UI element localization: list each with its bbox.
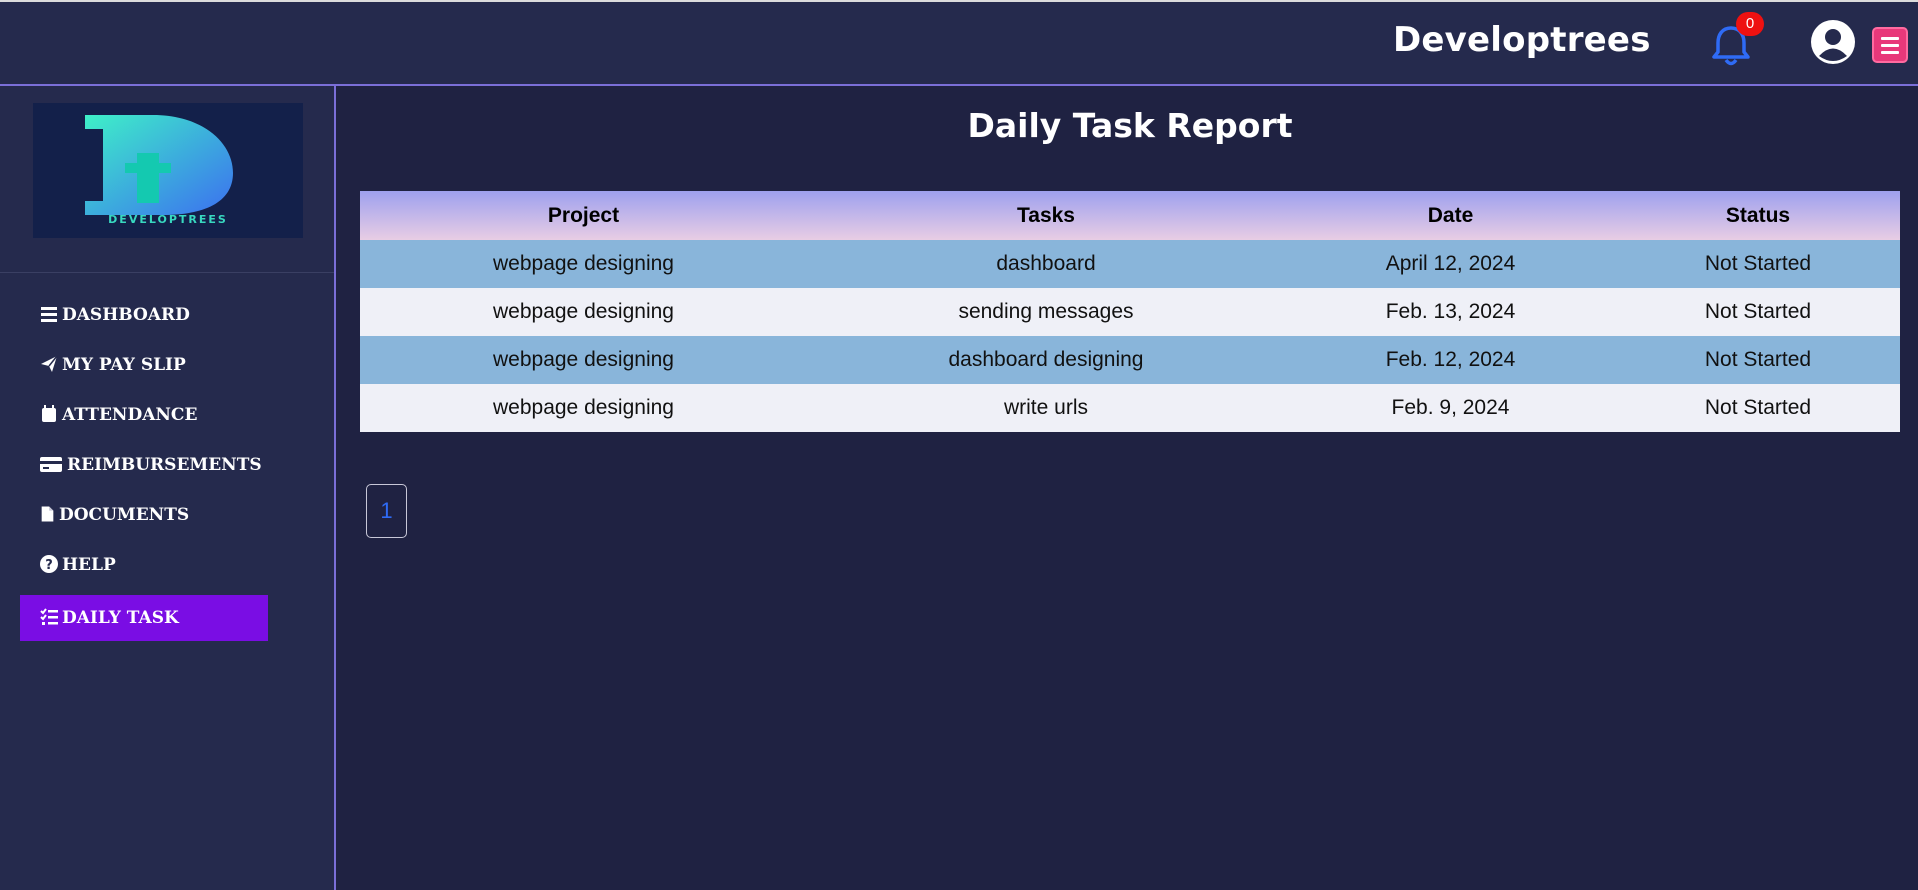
- cell-task: dashboard designing: [807, 336, 1285, 384]
- daily-task-table: Project Tasks Date Status webpage design…: [360, 191, 1900, 432]
- sidebar-item-documents[interactable]: DOCUMENTS: [20, 492, 268, 538]
- table-row: webpage designing dashboard designing Fe…: [360, 336, 1900, 384]
- hamburger-icon: [1881, 37, 1899, 40]
- sidebar-item-daily-task[interactable]: DAILY TASK: [20, 595, 268, 641]
- sidebar-item-reimbursements[interactable]: REIMBURSEMENTS: [20, 442, 268, 488]
- table-header-row: Project Tasks Date Status: [360, 191, 1900, 240]
- pagination-page-1[interactable]: 1: [366, 484, 407, 538]
- cell-project: webpage designing: [360, 336, 807, 384]
- sidebar-item-label: DOCUMENTS: [59, 505, 190, 525]
- cell-project: webpage designing: [360, 384, 807, 432]
- paper-plane-icon: [41, 355, 58, 372]
- cell-status: Not Started: [1616, 288, 1900, 336]
- tasks-icon: [40, 608, 58, 625]
- sidebar-item-label: REIMBURSEMENTS: [67, 455, 262, 475]
- sidebar: DEVELOPTREES DASHBOARD MY PAY SLIP ATTEN…: [0, 86, 336, 890]
- cell-status: Not Started: [1616, 384, 1900, 432]
- column-header-tasks: Tasks: [807, 191, 1285, 240]
- brand-name: Developtrees: [1393, 20, 1651, 60]
- column-header-status: Status: [1616, 191, 1900, 240]
- sidebar-item-label: ATTENDANCE: [62, 405, 198, 425]
- notification-badge: 0: [1736, 12, 1764, 36]
- table-row: webpage designing dashboard April 12, 20…: [360, 240, 1900, 288]
- sidebar-item-my-pay-slip[interactable]: MY PAY SLIP: [20, 342, 268, 388]
- sidebar-item-label: DAILY TASK: [62, 608, 179, 628]
- cell-date: Feb. 9, 2024: [1285, 384, 1616, 432]
- hamburger-icon-bar: [1881, 44, 1899, 47]
- hamburger-icon-bar: [1881, 51, 1899, 54]
- sidebar-divider: [0, 272, 334, 273]
- cell-project: webpage designing: [360, 240, 807, 288]
- cell-date: Feb. 12, 2024: [1285, 336, 1616, 384]
- user-circle-icon[interactable]: [1810, 19, 1856, 65]
- cell-task: sending messages: [807, 288, 1285, 336]
- cell-project: webpage designing: [360, 288, 807, 336]
- sidebar-item-dashboard[interactable]: DASHBOARD: [20, 292, 268, 338]
- sidebar-item-attendance[interactable]: ATTENDANCE: [20, 392, 268, 438]
- table-row: webpage designing write urls Feb. 9, 202…: [360, 384, 1900, 432]
- company-logo[interactable]: DEVELOPTREES: [33, 103, 303, 238]
- sidebar-item-label: MY PAY SLIP: [62, 355, 186, 375]
- calendar-icon: [42, 405, 56, 422]
- cell-status: Not Started: [1616, 240, 1900, 288]
- cell-task: write urls: [807, 384, 1285, 432]
- cell-task: dashboard: [807, 240, 1285, 288]
- cell-status: Not Started: [1616, 336, 1900, 384]
- list-icon: [41, 307, 57, 322]
- cell-date: Feb. 13, 2024: [1285, 288, 1616, 336]
- sidebar-item-label: HELP: [62, 555, 116, 575]
- svg-text:DEVELOPTREES: DEVELOPTREES: [108, 213, 228, 226]
- column-header-project: Project: [360, 191, 807, 240]
- file-icon: [41, 506, 54, 522]
- question-circle-icon: ?: [40, 555, 58, 573]
- column-header-date: Date: [1285, 191, 1616, 240]
- sidebar-item-label: DASHBOARD: [62, 305, 190, 325]
- cell-date: April 12, 2024: [1285, 240, 1616, 288]
- top-navbar: Developtrees 0: [0, 0, 1918, 86]
- credit-card-icon: [40, 457, 62, 472]
- hamburger-menu-button[interactable]: [1872, 27, 1908, 63]
- svg-text:?: ?: [45, 558, 53, 573]
- table-row: webpage designing sending messages Feb. …: [360, 288, 1900, 336]
- page-title: Daily Task Report: [967, 106, 1293, 145]
- sidebar-item-help[interactable]: ? HELP: [20, 542, 268, 588]
